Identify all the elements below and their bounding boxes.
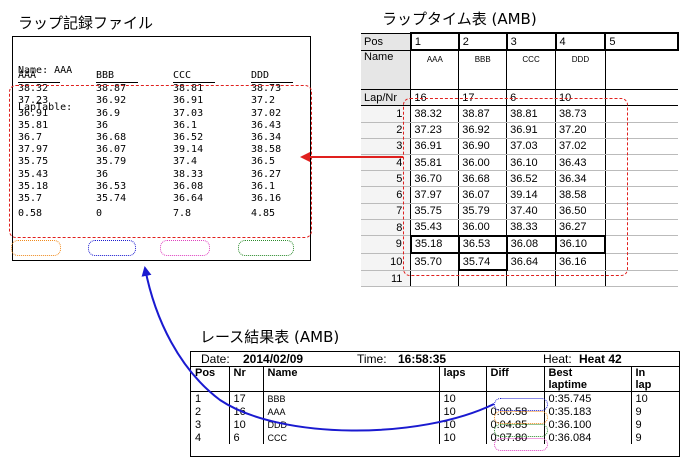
blue-arrow [141, 266, 495, 432]
connector-arrows [141, 152, 495, 432]
